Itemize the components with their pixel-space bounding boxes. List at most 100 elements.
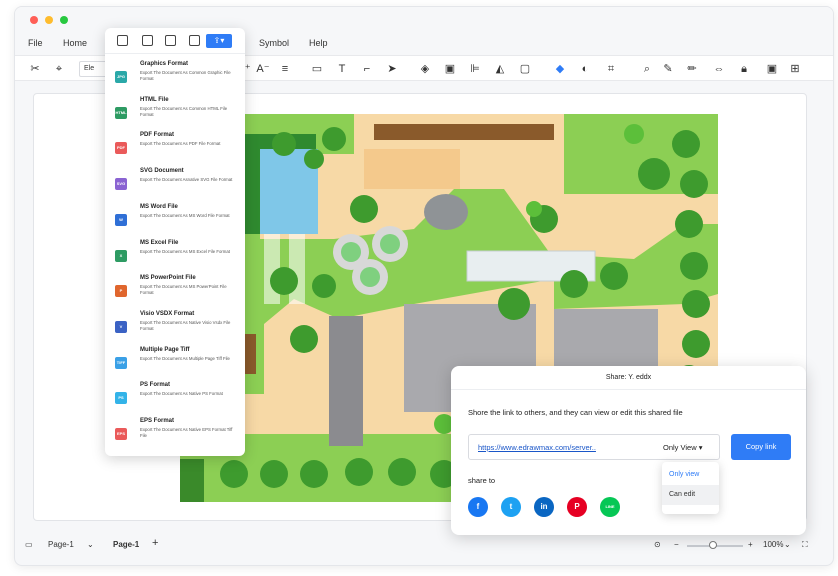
save-icon[interactable] bbox=[165, 35, 176, 46]
close-window-button[interactable] bbox=[30, 16, 38, 24]
permission-value: Only View bbox=[663, 443, 697, 452]
linkedin-icon[interactable]: in bbox=[534, 497, 554, 517]
export-format-item[interactable]: X MS Excel File Export The Document As MS … bbox=[105, 237, 245, 272]
zoom-slider-handle[interactable] bbox=[709, 541, 717, 549]
export-format-item[interactable]: JPG Graphics Format Export The Document As… bbox=[105, 58, 245, 93]
export-format-title: SVG Document bbox=[140, 168, 184, 175]
line-icon[interactable]: LINE bbox=[600, 497, 620, 517]
page-selector[interactable]: Page-1 bbox=[48, 540, 74, 549]
line-style-icon[interactable]: ◐ bbox=[577, 61, 593, 77]
file-format-icon: PDF bbox=[115, 142, 127, 155]
export-menu: ⇪▾ JPG Graphics Format Export The Document… bbox=[105, 28, 245, 456]
export-format-item[interactable]: SVG SVG Document Export The Document Asnat… bbox=[105, 165, 245, 200]
export-format-item[interactable]: EPS EPS Format Export The Document As Nati… bbox=[105, 415, 245, 450]
file-format-icon: HTML bbox=[115, 106, 127, 119]
export-format-item[interactable]: HTML HTML File Export The Document As Comm… bbox=[105, 94, 245, 129]
menu-symbol[interactable]: Symbol bbox=[259, 38, 289, 48]
pen-icon[interactable]: ✏ bbox=[684, 61, 700, 77]
layers-icon[interactable]: ◈ bbox=[417, 61, 433, 77]
align-icon[interactable]: ≡ bbox=[277, 61, 293, 77]
export-format-description: Export The Document As MS PowerPoint Fil… bbox=[140, 284, 227, 296]
export-format-title: PDF Format bbox=[140, 132, 175, 139]
menu-file[interactable]: File bbox=[28, 38, 43, 48]
file-format-icon: PS bbox=[115, 392, 127, 405]
export-format-item[interactable]: TIFF Multiple Page Tiff Export The Documen… bbox=[105, 344, 245, 379]
edit-icon[interactable]: ✎ bbox=[660, 61, 676, 77]
flip-icon[interactable]: ◭ bbox=[492, 61, 508, 77]
export-format-item[interactable]: W MS Word File Export The Document As MS W… bbox=[105, 201, 245, 236]
file-format-icon: W bbox=[115, 213, 127, 226]
export-format-description: Export The Document As Common HTML File … bbox=[140, 105, 228, 117]
page-layout-icon[interactable]: ▭ bbox=[25, 540, 33, 549]
permission-option-can-edit[interactable]: Can edit bbox=[662, 485, 719, 505]
export-format-item[interactable]: PDF PDF Format Export The Document As PDF … bbox=[105, 129, 245, 164]
search-icon[interactable]: ⌕ bbox=[639, 61, 655, 77]
menu-help[interactable]: Help bbox=[309, 38, 328, 48]
permission-option-only-view[interactable]: Only view bbox=[662, 465, 719, 485]
font-shrink-icon[interactable]: A⁻ bbox=[255, 61, 271, 77]
play-icon[interactable]: ⊙ bbox=[654, 540, 661, 549]
text-icon[interactable]: T bbox=[334, 61, 350, 77]
new-file-icon[interactable] bbox=[117, 35, 128, 46]
menu-home[interactable]: Home bbox=[63, 38, 87, 48]
active-page-tab[interactable]: Page-1 bbox=[113, 540, 139, 549]
open-folder-icon[interactable] bbox=[142, 35, 153, 46]
share-dialog-title: Share: Y. eddx bbox=[451, 366, 806, 390]
pointer-icon[interactable]: ➤ bbox=[384, 61, 400, 77]
copy-link-button[interactable]: Copy link bbox=[731, 434, 791, 460]
export-format-description: Export The Document As Native PS Format bbox=[140, 391, 223, 397]
export-format-item[interactable]: P MS PowerPoint File Export The Document A… bbox=[105, 272, 245, 307]
export-format-description: Export The Document As Common Graphic Fi… bbox=[140, 70, 231, 81]
file-format-icon: SVG bbox=[115, 178, 127, 191]
pinterest-icon[interactable]: P bbox=[567, 497, 587, 517]
permission-dropdown: Only view Can edit bbox=[662, 462, 719, 514]
fill-color-icon[interactable]: ◆ bbox=[552, 61, 568, 77]
add-page-button[interactable]: + bbox=[152, 537, 158, 549]
permission-select[interactable]: Only View ▾ bbox=[663, 443, 703, 452]
status-bar: ▭ Page-1 ⌄ Page-1 + ⊙ − + 100% ⌄ ⛶ bbox=[15, 535, 833, 557]
export-format-description: Export The Document As MS Word File Form… bbox=[140, 212, 230, 218]
export-format-title: MS PowerPoint File bbox=[140, 275, 196, 282]
chevron-down-icon[interactable]: ⌄ bbox=[87, 540, 94, 549]
connector-icon[interactable]: ⌐ bbox=[359, 61, 375, 77]
rectangle-icon[interactable]: ▭ bbox=[309, 61, 325, 77]
fullscreen-icon[interactable]: ⛶ bbox=[802, 540, 808, 550]
group-icon[interactable]: ▣ bbox=[442, 61, 458, 77]
export-format-description: Export The Document As Multiple Page Tif… bbox=[140, 355, 230, 361]
export-button[interactable]: ⇪▾ bbox=[206, 34, 232, 48]
share-link-field[interactable]: https://www.edrawmax.com/server.. Only V… bbox=[468, 434, 720, 460]
file-format-icon: EPS bbox=[115, 428, 127, 440]
export-format-item[interactable]: V Visio VSDX Format Export The Document As… bbox=[105, 308, 245, 343]
export-format-title: MS Excel File bbox=[140, 239, 179, 246]
zoom-in-button[interactable]: + bbox=[748, 540, 753, 549]
export-format-title: Graphics Format bbox=[140, 61, 189, 67]
frame-icon[interactable]: ▣ bbox=[764, 61, 780, 77]
export-format-title: Multiple Page Tiff bbox=[140, 346, 190, 353]
print-icon[interactable] bbox=[189, 35, 200, 46]
scale-icon[interactable]: ⇔ bbox=[711, 61, 727, 77]
minimize-window-button[interactable] bbox=[45, 16, 53, 24]
file-format-icon: TIFF bbox=[115, 356, 127, 369]
size-icon[interactable]: ▢ bbox=[517, 61, 533, 77]
zoom-out-button[interactable]: − bbox=[674, 540, 679, 549]
format-painter-icon[interactable]: ⌖ bbox=[51, 61, 67, 77]
twitter-icon[interactable]: t bbox=[501, 497, 521, 517]
share-dialog: Share: Y. eddx Shore the link to others,… bbox=[451, 366, 806, 535]
more-icon[interactable]: ⊞ bbox=[787, 61, 803, 77]
export-format-item[interactable]: PS PS Format Export The Document As Native… bbox=[105, 379, 245, 414]
chevron-down-icon: ▾ bbox=[698, 443, 703, 452]
cut-icon[interactable]: ✂ bbox=[27, 61, 43, 77]
facebook-icon[interactable]: f bbox=[468, 497, 488, 517]
share-message: Shore the link to others, and they can v… bbox=[468, 408, 683, 417]
export-menu-toolbar: ⇪▾ bbox=[105, 28, 245, 54]
share-to-label: share to bbox=[468, 476, 496, 485]
export-format-description: Export The Document As Native EPS Format… bbox=[140, 427, 233, 438]
export-format-title: Visio VSDX Format bbox=[140, 310, 195, 317]
chevron-down-icon[interactable]: ⌄ bbox=[784, 540, 791, 549]
align-left-icon[interactable]: ⊫ bbox=[467, 61, 483, 77]
zoom-level[interactable]: 100% bbox=[763, 540, 783, 549]
share-link-url[interactable]: https://www.edrawmax.com/server.. bbox=[478, 443, 596, 452]
maximize-window-button[interactable] bbox=[60, 16, 68, 24]
lock-icon[interactable]: 🔒︎ bbox=[736, 61, 752, 77]
crop-icon[interactable]: ⌗ bbox=[603, 61, 619, 77]
